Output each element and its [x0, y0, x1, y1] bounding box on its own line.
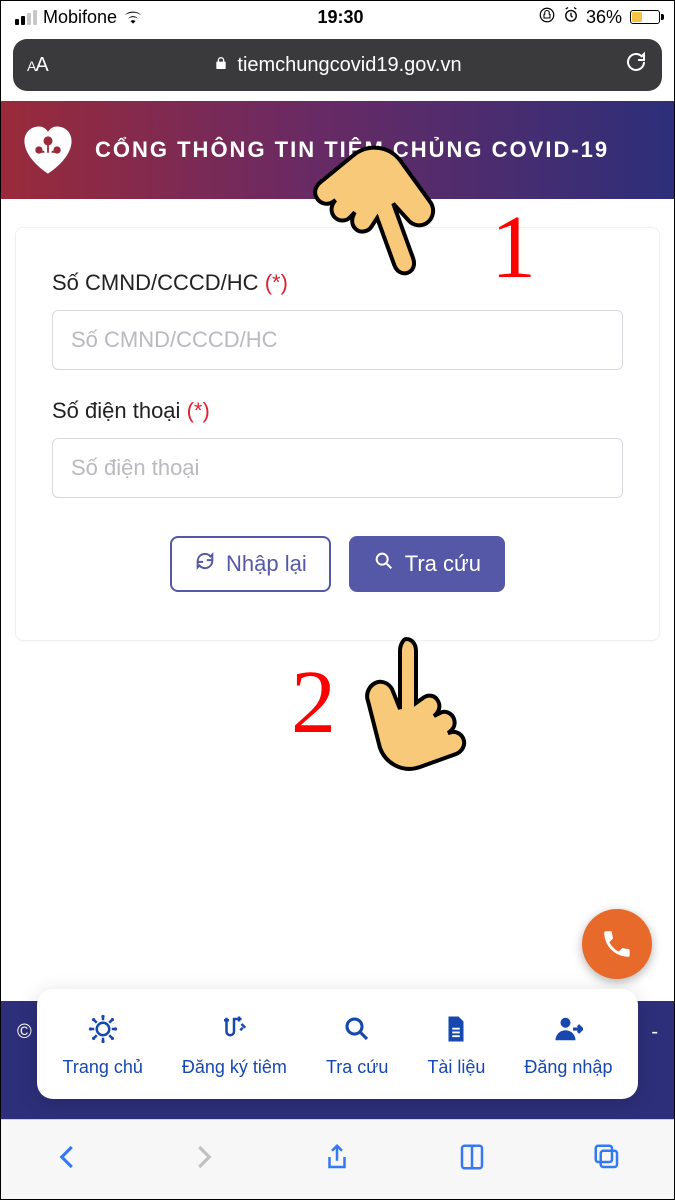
- phone-input[interactable]: [52, 438, 623, 498]
- status-bar: Mobifone 19:30 36%: [1, 1, 674, 33]
- logo-icon: [19, 121, 77, 179]
- syringe-icon: [219, 1014, 249, 1049]
- battery-icon: [630, 10, 660, 24]
- lookup-form: Số CMND/CCCD/HC (*) Số điện thoại (*) Nh…: [15, 227, 660, 641]
- share-button[interactable]: [322, 1142, 352, 1177]
- tabs-button[interactable]: [592, 1142, 622, 1177]
- back-button[interactable]: [53, 1142, 83, 1177]
- safari-toolbar: [1, 1119, 674, 1199]
- virus-icon: [88, 1014, 118, 1049]
- clock: 19:30: [317, 7, 363, 28]
- cell-signal-icon: [15, 10, 37, 25]
- app-nav: Trang chủ Đăng ký tiêm Tra cứu Tài liệu …: [37, 989, 638, 1099]
- nav-home[interactable]: Trang chủ: [63, 1014, 143, 1078]
- refresh-icon: [194, 550, 216, 578]
- url-text: tiemchungcovid19.gov.vn: [237, 54, 461, 77]
- search-icon: [342, 1014, 372, 1049]
- copyright: ©: [17, 1021, 32, 1044]
- wifi-icon: [123, 7, 143, 27]
- phone-label: Số điện thoại (*): [52, 398, 623, 424]
- nav-register[interactable]: Đăng ký tiêm: [182, 1014, 287, 1078]
- footer-right-fragment: -: [651, 1021, 658, 1044]
- nav-lookup[interactable]: Tra cứu: [326, 1014, 388, 1078]
- text-size-button[interactable]: AA: [27, 54, 48, 77]
- forward-button[interactable]: [188, 1142, 218, 1177]
- reset-button[interactable]: Nhập lại: [170, 536, 331, 592]
- id-label: Số CMND/CCCD/HC (*): [52, 270, 623, 296]
- bookmarks-button[interactable]: [457, 1142, 487, 1177]
- search-icon: [373, 550, 395, 578]
- lock-icon: [213, 55, 229, 76]
- reload-button[interactable]: [624, 50, 648, 80]
- orientation-lock-icon: [538, 6, 556, 29]
- battery-pct: 36%: [586, 7, 622, 28]
- alarm-icon: [562, 6, 580, 29]
- nav-docs[interactable]: Tài liệu: [427, 1014, 485, 1078]
- url-bar[interactable]: AA tiemchungcovid19.gov.vn: [13, 39, 662, 91]
- search-button[interactable]: Tra cứu: [349, 536, 505, 592]
- user-login-icon: [553, 1014, 583, 1049]
- nav-login[interactable]: Đăng nhập: [524, 1014, 612, 1078]
- carrier-label: Mobifone: [43, 7, 117, 28]
- call-fab[interactable]: [582, 909, 652, 979]
- site-header: CỔNG THÔNG TIN TIÊM CHỦNG COVID-19: [1, 101, 674, 199]
- document-icon: [441, 1014, 471, 1049]
- site-title: CỔNG THÔNG TIN TIÊM CHỦNG COVID-19: [95, 137, 609, 163]
- id-input[interactable]: [52, 310, 623, 370]
